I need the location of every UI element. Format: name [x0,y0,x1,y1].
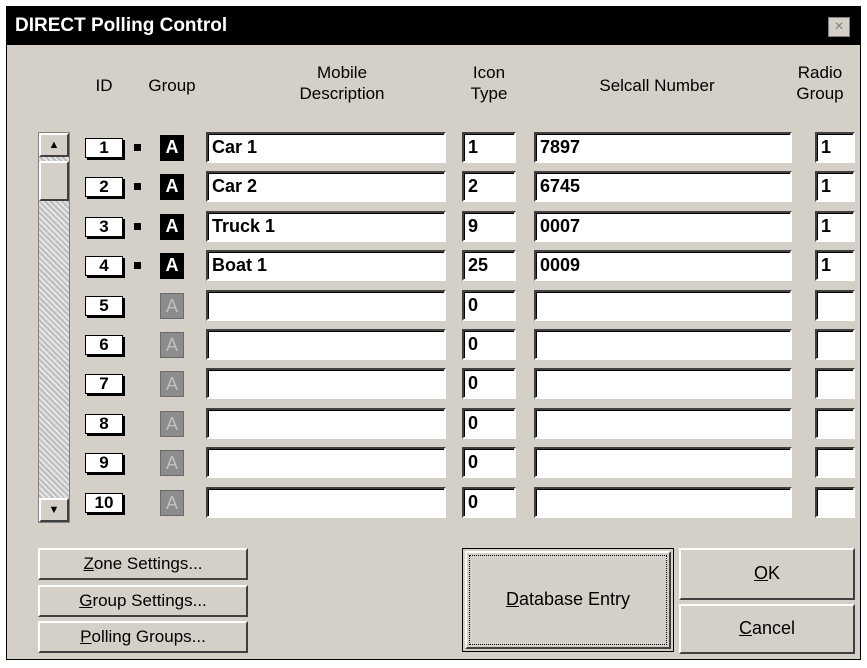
row-id: 4 [85,256,123,276]
row-selcall-field[interactable] [534,329,792,360]
window-title: DIRECT Polling Control [15,15,228,36]
row-radio-group-field[interactable] [815,329,855,360]
row-description-field[interactable] [206,487,446,518]
row-icon-type-field[interactable]: 0 [462,368,516,399]
row-radio-group-field[interactable] [815,290,855,321]
row-selcall-field[interactable] [534,447,792,478]
ok-button[interactable]: OK [679,548,855,600]
row-selcall-field[interactable]: 0007 [534,211,792,242]
row-description-field[interactable]: Car 1 [206,132,446,163]
row-icon-type-field[interactable]: 1 [462,132,516,163]
scroll-thumb[interactable] [39,161,69,201]
row-description-field[interactable] [206,408,446,439]
title-bar: DIRECT Polling Control × [7,7,860,45]
row-group-box[interactable]: A [160,490,184,516]
row-selected-indicator [134,144,141,151]
database-entry-button[interactable]: Database Entry [462,548,674,652]
radio-group-header: Radio Group [796,63,844,103]
row-group-box[interactable]: A [160,135,184,161]
cancel-button[interactable]: Cancel [679,604,855,654]
row-icon-type-field[interactable]: 2 [462,171,516,202]
row-id: 8 [85,414,123,434]
row-id: 2 [85,177,123,197]
row-radio-group-field[interactable] [815,487,855,518]
row-selcall-field[interactable] [534,290,792,321]
close-button[interactable]: × [828,17,850,37]
row-selcall-field[interactable] [534,408,792,439]
row-group-box[interactable]: A [160,174,184,200]
row-description-field[interactable]: Boat 1 [206,250,446,281]
row-radio-group-field[interactable] [815,408,855,439]
row-selcall-field[interactable] [534,368,792,399]
row-group-box[interactable]: A [160,293,184,319]
row-group-box[interactable]: A [160,332,184,358]
row-group-box[interactable]: A [160,371,184,397]
row-id: 7 [85,374,123,394]
row-radio-group-field[interactable]: 1 [815,250,855,281]
mobile-description-header: Mobile Description [299,63,385,103]
database-entry-label: Database Entry [505,589,631,609]
row-radio-group-field[interactable]: 1 [815,132,855,163]
row-id: 5 [85,296,123,316]
row-radio-group-field[interactable] [815,447,855,478]
polling-control-dialog: DIRECT Polling Control × ID Group Mobile… [6,6,861,660]
id-header: ID [95,76,113,95]
row-icon-type-field[interactable]: 25 [462,250,516,281]
row-id: 1 [85,138,123,158]
row-icon-type-field[interactable]: 0 [462,290,516,321]
row-icon-type-field[interactable]: 0 [462,408,516,439]
row-selcall-field[interactable]: 6745 [534,171,792,202]
row-icon-type-field[interactable]: 0 [462,329,516,360]
row-icon-type-field[interactable]: 0 [462,447,516,478]
row-description-field[interactable] [206,329,446,360]
row-radio-group-field[interactable]: 1 [815,211,855,242]
scroll-up-button[interactable]: ▲ [39,133,69,157]
row-selected-indicator [134,262,141,269]
row-radio-group-field[interactable] [815,368,855,399]
row-selcall-field[interactable] [534,487,792,518]
row-icon-type-field[interactable]: 9 [462,211,516,242]
row-id: 10 [85,493,123,513]
vertical-scrollbar[interactable]: ▲ ▼ [38,132,70,523]
row-id: 6 [85,335,123,355]
row-description-field[interactable] [206,290,446,321]
row-description-field[interactable] [206,447,446,478]
row-group-box[interactable]: A [160,411,184,437]
row-selected-indicator [134,183,141,190]
polling-groups-button[interactable]: Polling Groups... [38,621,248,653]
selcall-number-header: Selcall Number [599,76,715,95]
row-id: 9 [85,453,123,473]
row-group-box[interactable]: A [160,450,184,476]
row-selected-indicator [134,223,141,230]
row-selcall-field[interactable]: 0009 [534,250,792,281]
row-icon-type-field[interactable]: 0 [462,487,516,518]
group-settings-button[interactable]: Group Settings... [38,585,248,617]
row-group-box[interactable]: A [160,253,184,279]
row-description-field[interactable]: Car 2 [206,171,446,202]
row-description-field[interactable] [206,368,446,399]
row-group-box[interactable]: A [160,214,184,240]
scroll-down-button[interactable]: ▼ [39,498,69,522]
zone-settings-button[interactable]: Zone Settings... [38,548,248,580]
row-description-field[interactable]: Truck 1 [206,211,446,242]
row-id: 3 [85,217,123,237]
group-header: Group [148,76,196,95]
icon-type-header: Icon Type [470,63,508,103]
row-radio-group-field[interactable]: 1 [815,171,855,202]
row-selcall-field[interactable]: 7897 [534,132,792,163]
